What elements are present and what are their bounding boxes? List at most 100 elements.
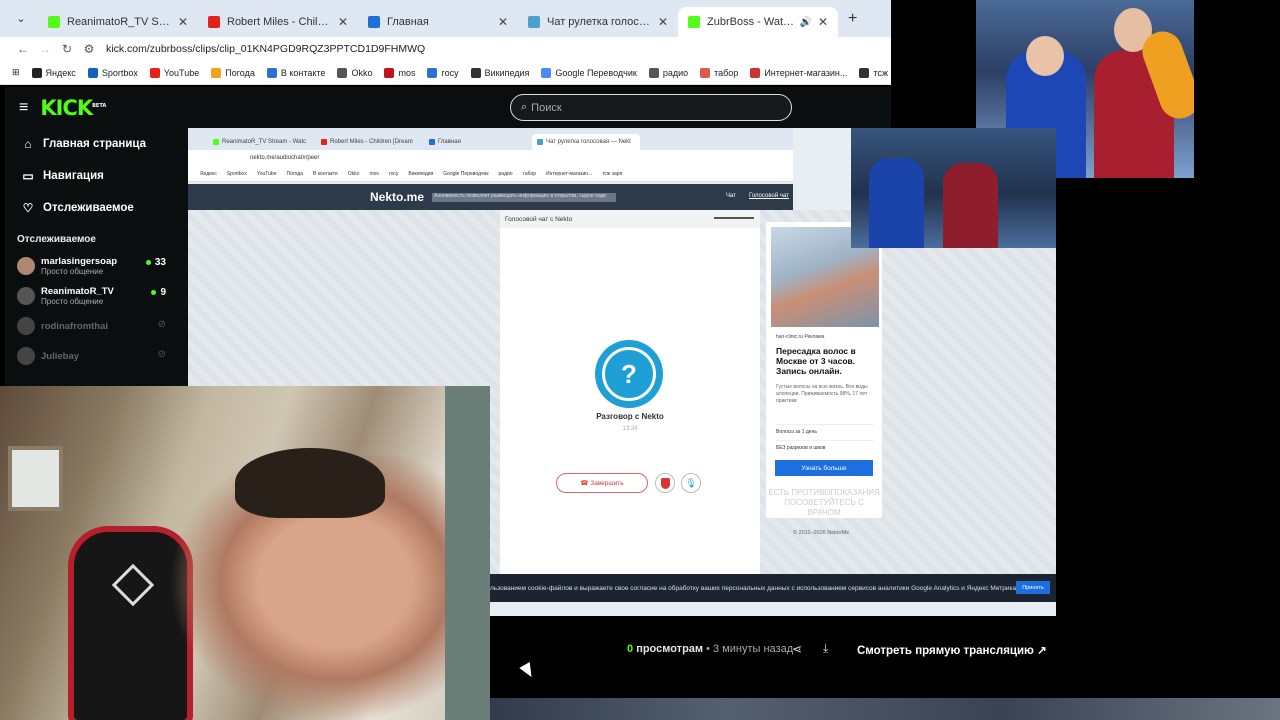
bookmark-label: mos <box>398 67 416 78</box>
forward-icon[interactable]: → <box>34 42 56 56</box>
reload-icon[interactable]: ↻ <box>56 42 78 56</box>
inner-tab: ReanimatoR_TV Stream - Watc <box>208 134 316 150</box>
share-icon[interactable]: ⋖ <box>792 642 802 656</box>
ad-title: Пересадка волос в Москве от 3 часов. Зап… <box>776 346 856 376</box>
bookmark-label: тсж заря <box>873 67 891 78</box>
bookmark-favicon-icon <box>700 67 711 78</box>
heart-icon: ♡ <box>22 201 34 215</box>
voice-panel: ? Разговор с Nekto 13:24 ☎ Завершить 🎙 <box>500 228 760 574</box>
inner-bookmarks: Яндекс Sportbox YouTube Погода В контакте Okk… <box>188 166 793 182</box>
inner-bookmark: Погода <box>286 170 303 177</box>
sidebar-item-home[interactable]: ⌂ Главная страница <box>5 128 188 160</box>
streamer-hair <box>235 448 385 518</box>
bookmark-item[interactable]: Википедия <box>470 67 530 78</box>
following-section-title: Отслеживаемое <box>17 234 96 245</box>
tab-title: Главная <box>387 16 429 28</box>
kick-logo[interactable]: KICKBETA <box>40 96 106 120</box>
sidebar-item-following[interactable]: ♡ Отслеживаемое <box>5 192 188 224</box>
download-icon[interactable]: ⤓ <box>823 641 828 656</box>
tab-2[interactable]: Главная ✕ <box>358 7 518 37</box>
close-icon[interactable]: ✕ <box>498 15 508 29</box>
avatar <box>17 347 35 365</box>
sidebar-item-browse[interactable]: ▭ Навигация <box>5 160 188 192</box>
channel-item[interactable]: Juliebay ⊘ <box>5 341 188 371</box>
bookmark-label: Okko <box>351 67 373 78</box>
bookmark-item[interactable]: YouTube <box>149 67 199 78</box>
bookmark-label: табор <box>714 67 739 78</box>
bookmark-item[interactable]: Google Переводчик <box>541 67 637 78</box>
bookmark-item[interactable]: mos <box>384 67 416 78</box>
site-info-icon[interactable]: ⚙ <box>78 42 100 56</box>
vk-favicon-icon <box>368 16 380 28</box>
inner-bookmark: госу <box>388 170 399 177</box>
menu-icon[interactable]: ≡ <box>19 99 28 117</box>
inner-tabbar: ReanimatoR_TV Stream - Watc Robert Miles… <box>188 128 793 150</box>
right-black-area <box>1056 178 1280 616</box>
bookmark-item[interactable]: Okko <box>337 67 373 78</box>
nekto-banner: Анонимность позволяет размещать информац… <box>432 193 616 202</box>
watch-live-button[interactable]: Смотреть прямую трансляцию ↗ <box>857 643 1047 657</box>
offline-icon: ⊘ <box>157 349 166 360</box>
talking-with-label: Разговор с Nekto <box>596 412 664 421</box>
compass-icon: ▭ <box>22 169 34 183</box>
bookmark-favicon-icon <box>750 67 761 78</box>
bookmark-item[interactable]: Яндекс <box>31 67 76 78</box>
inner-bookmark: Википедия <box>408 170 434 177</box>
tab-4-active[interactable]: ZubrBoss - Watch clips on K 🔊 ✕ <box>678 7 838 37</box>
inner-tab: Главная <box>424 134 532 150</box>
cookie-accept-button: Принять <box>1016 581 1050 594</box>
search-input[interactable]: ⌕ Поиск <box>510 94 792 121</box>
channel-item[interactable]: ReanimatoR_TV Просто общение 9 <box>5 281 188 311</box>
tab-0[interactable]: ReanimatoR_TV Stream - Watch ✕ <box>38 7 198 37</box>
tab-title: ReanimatoR_TV Stream - Watch <box>67 16 172 28</box>
channel-category: Просто общение <box>41 267 104 276</box>
close-icon[interactable]: ✕ <box>658 15 668 29</box>
clip-meta-bar: 0 просмотрам • 3 минуты назад ⋖ ⤓ Смотре… <box>446 616 1280 698</box>
bookmark-favicon-icon <box>31 67 42 78</box>
webcam-overlay <box>0 386 490 720</box>
browser-tabbar: ⌄ ReanimatoR_TV Stream - Watch ✕ Robert M… <box>0 0 891 37</box>
apps-icon[interactable]: ⊞ <box>12 67 20 78</box>
inner-url: nekto.me/audiochat#/peer <box>188 150 793 166</box>
avatar <box>17 257 35 275</box>
nekto-copyright: © 2011–2026 NektoMe <box>793 530 850 536</box>
channel-item[interactable]: marlasingersoap Просто общение 33 <box>5 251 188 281</box>
bookmark-label: Википедия <box>484 67 530 78</box>
bookmark-item[interactable]: Sportbox <box>87 67 138 78</box>
bookmark-item[interactable]: Интернет-магазин... <box>750 67 847 78</box>
stage-video-mini <box>851 128 1056 248</box>
end-call-button: ☎ Завершить <box>556 473 648 493</box>
sidebar-item-label: Главная страница <box>43 138 147 150</box>
bookmark-item[interactable]: Погода <box>211 67 255 78</box>
bookmark-favicon-icon <box>859 67 870 78</box>
bookmark-item[interactable]: радио <box>648 67 688 78</box>
inner-bookmark: Яндекс <box>200 170 217 177</box>
nekto-logo: Nekto.me <box>370 190 425 204</box>
sidebar-item-label: Навигация <box>43 170 104 182</box>
tab-1[interactable]: Robert Miles - Children [Dream ✕ <box>198 7 358 37</box>
bookmark-label: Sportbox <box>101 67 138 78</box>
kick-header: ≡ KICKBETA ⌕ Поиск <box>5 87 891 128</box>
bookmark-item[interactable]: госу <box>427 67 459 78</box>
speaker-icon[interactable]: 🔊 <box>799 17 811 28</box>
channel-item[interactable]: rodinafromthai ⊘ <box>5 311 188 341</box>
inner-bookmark: тсж заря <box>602 170 623 177</box>
bookmark-item[interactable]: тсж заря <box>859 67 891 78</box>
bookmark-item[interactable]: В контакте <box>266 67 325 78</box>
inner-tab: Чат рулетка голосовая — Nekt <box>532 134 640 150</box>
close-icon[interactable]: ✕ <box>338 15 348 29</box>
bookmark-favicon-icon <box>427 67 438 78</box>
tab-search-icon[interactable]: ⌄ <box>10 7 32 29</box>
close-icon[interactable]: ✕ <box>818 15 828 29</box>
back-icon[interactable]: ← <box>12 42 34 56</box>
bookmark-item[interactable]: табор <box>700 67 739 78</box>
tab-3[interactable]: Чат рулетка голосовая — Nekt ✕ <box>518 7 678 37</box>
inner-bookmark: YouTube <box>256 170 277 177</box>
url-field[interactable]: kick.com/zubrboss/clips/clip_01KN4PGD9RQ… <box>106 43 425 55</box>
new-tab-icon[interactable]: + <box>848 10 857 28</box>
volume-slider <box>714 217 754 219</box>
nekto-favicon-icon <box>528 16 540 28</box>
inner-bookmark: В контакте <box>312 170 338 177</box>
close-icon[interactable]: ✕ <box>178 15 188 29</box>
bookmarks-bar: ⊞ Яндекс Sportbox YouTube Погода В контакте O… <box>0 61 891 85</box>
